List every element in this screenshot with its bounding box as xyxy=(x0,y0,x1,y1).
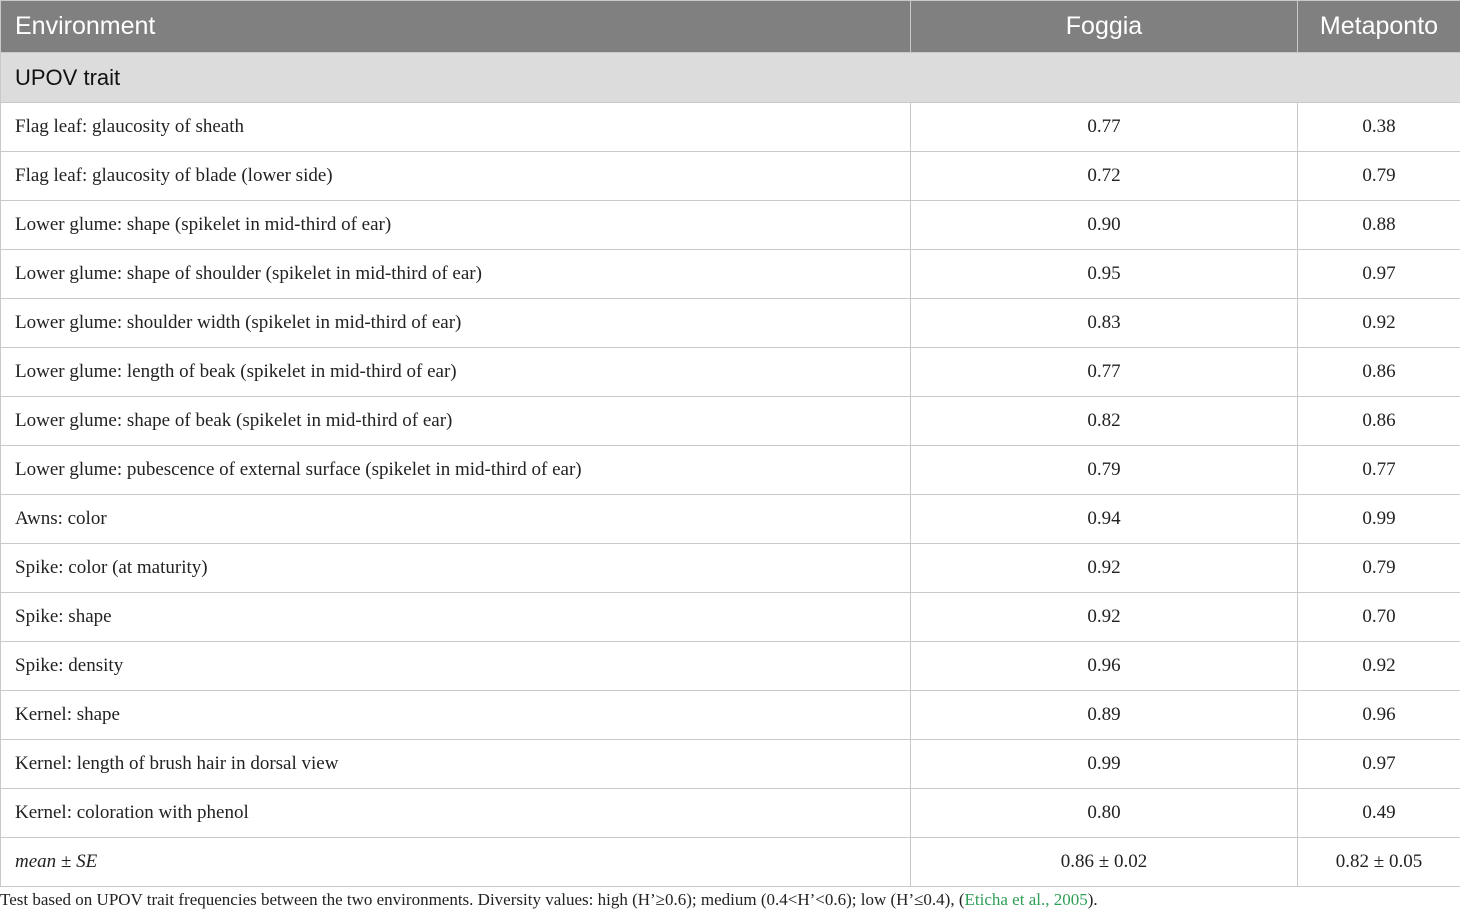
metaponto-cell: 0.77 xyxy=(1297,445,1460,495)
trait-cell: Spike: shape xyxy=(0,592,911,642)
section-row: UPOV trait xyxy=(0,52,1460,103)
trait-cell: Flag leaf: glaucosity of sheath xyxy=(0,102,911,152)
foggia-cell: 0.92 xyxy=(910,543,1298,593)
foggia-cell: 0.92 xyxy=(910,592,1298,642)
table-row: Kernel: coloration with phenol 0.80 0.49 xyxy=(0,788,1460,838)
mean-foggia: 0.86 ± 0.02 xyxy=(910,837,1298,887)
trait-cell: Kernel: shape xyxy=(0,690,911,740)
trait-cell: Awns: color xyxy=(0,494,911,544)
metaponto-cell: 0.86 xyxy=(1297,396,1460,446)
foggia-cell: 0.90 xyxy=(910,200,1298,250)
metaponto-cell: 0.92 xyxy=(1297,298,1460,348)
table-row: Lower glume: shoulder width (spikelet in… xyxy=(0,298,1460,348)
metaponto-cell: 0.49 xyxy=(1297,788,1460,838)
metaponto-cell: 0.79 xyxy=(1297,151,1460,201)
metaponto-cell: 0.92 xyxy=(1297,641,1460,691)
diversity-table: Environment Foggia Metaponto UPOV trait … xyxy=(0,0,1460,887)
trait-cell: Kernel: coloration with phenol xyxy=(0,788,911,838)
foggia-cell: 0.82 xyxy=(910,396,1298,446)
footnote-suffix: ). xyxy=(1087,890,1098,909)
trait-cell: Lower glume: shape of shoulder (spikelet… xyxy=(0,249,911,299)
metaponto-cell: 0.97 xyxy=(1297,249,1460,299)
metaponto-cell: 0.38 xyxy=(1297,102,1460,152)
header-row: Environment Foggia Metaponto xyxy=(0,0,1460,53)
foggia-cell: 0.83 xyxy=(910,298,1298,348)
table-row: Spike: density 0.96 0.92 xyxy=(0,641,1460,691)
trait-cell: Lower glume: pubescence of external surf… xyxy=(0,445,911,495)
trait-cell: Spike: density xyxy=(0,641,911,691)
mean-metaponto: 0.82 ± 0.05 xyxy=(1297,837,1460,887)
metaponto-cell: 0.70 xyxy=(1297,592,1460,642)
table-row: Flag leaf: glaucosity of sheath 0.77 0.38 xyxy=(0,102,1460,152)
mean-row: mean ± SE 0.86 ± 0.02 0.82 ± 0.05 xyxy=(0,837,1460,887)
foggia-cell: 0.72 xyxy=(910,151,1298,201)
foggia-cell: 0.95 xyxy=(910,249,1298,299)
table-row: Kernel: shape 0.89 0.96 xyxy=(0,690,1460,740)
metaponto-cell: 0.96 xyxy=(1297,690,1460,740)
metaponto-cell: 0.97 xyxy=(1297,739,1460,789)
section-label: UPOV trait xyxy=(0,52,1460,103)
foggia-cell: 0.77 xyxy=(910,102,1298,152)
trait-cell: Flag leaf: glaucosity of blade (lower si… xyxy=(0,151,911,201)
table-row: Kernel: length of brush hair in dorsal v… xyxy=(0,739,1460,789)
header-foggia: Foggia xyxy=(910,0,1298,53)
header-environment: Environment xyxy=(0,0,911,53)
foggia-cell: 0.96 xyxy=(910,641,1298,691)
trait-cell: Lower glume: shoulder width (spikelet in… xyxy=(0,298,911,348)
trait-cell: Kernel: length of brush hair in dorsal v… xyxy=(0,739,911,789)
table-row: Spike: shape 0.92 0.70 xyxy=(0,592,1460,642)
header-metaponto: Metaponto xyxy=(1297,0,1460,53)
table-row: Spike: color (at maturity) 0.92 0.79 xyxy=(0,543,1460,593)
trait-cell: Lower glume: length of beak (spikelet in… xyxy=(0,347,911,397)
mean-label: mean ± SE xyxy=(0,837,911,887)
table-row: Flag leaf: glaucosity of blade (lower si… xyxy=(0,151,1460,201)
footnote-reference-link[interactable]: Eticha et al., 2005 xyxy=(965,890,1088,909)
foggia-cell: 0.99 xyxy=(910,739,1298,789)
metaponto-cell: 0.79 xyxy=(1297,543,1460,593)
foggia-cell: 0.79 xyxy=(910,445,1298,495)
trait-cell: Spike: color (at maturity) xyxy=(0,543,911,593)
foggia-cell: 0.77 xyxy=(910,347,1298,397)
metaponto-cell: 0.86 xyxy=(1297,347,1460,397)
foggia-cell: 0.89 xyxy=(910,690,1298,740)
metaponto-cell: 0.99 xyxy=(1297,494,1460,544)
foggia-cell: 0.80 xyxy=(910,788,1298,838)
table-row: Lower glume: pubescence of external surf… xyxy=(0,445,1460,495)
trait-cell: Lower glume: shape (spikelet in mid-thir… xyxy=(0,200,911,250)
table-row: Lower glume: shape of shoulder (spikelet… xyxy=(0,249,1460,299)
table-row: Lower glume: shape of beak (spikelet in … xyxy=(0,396,1460,446)
table-row: Awns: color 0.94 0.99 xyxy=(0,494,1460,544)
metaponto-cell: 0.88 xyxy=(1297,200,1460,250)
table-row: Lower glume: shape (spikelet in mid-thir… xyxy=(0,200,1460,250)
footnote-text: Test based on UPOV trait frequencies bet… xyxy=(0,890,965,909)
table-row: Lower glume: length of beak (spikelet in… xyxy=(0,347,1460,397)
foggia-cell: 0.94 xyxy=(910,494,1298,544)
trait-cell: Lower glume: shape of beak (spikelet in … xyxy=(0,396,911,446)
table-footnote: Test based on UPOV trait frequencies bet… xyxy=(0,890,1460,910)
